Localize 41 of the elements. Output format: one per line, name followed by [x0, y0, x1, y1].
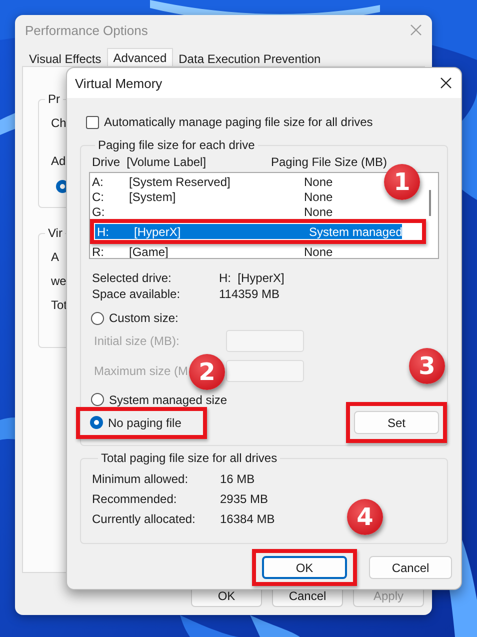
set-button[interactable]: Set	[354, 411, 439, 434]
cancel-button[interactable]: Cancel	[369, 556, 452, 579]
field-label: Maximum size (M	[94, 364, 188, 378]
ok-button[interactable]: OK	[262, 556, 347, 579]
label-text: Ch	[51, 116, 66, 130]
group-title: Pr	[47, 92, 61, 106]
list-row[interactable]: R: [Game] None	[90, 244, 368, 258]
close-icon[interactable]	[440, 77, 452, 89]
info-value: 114359 MB	[219, 287, 280, 303]
dialog-title: Virtual Memory	[75, 76, 162, 90]
radio-button[interactable]: System managed size	[91, 392, 228, 408]
label-text: Tot	[51, 298, 68, 312]
info-label: Space available:	[92, 287, 182, 303]
tab[interactable]: Visual Effects	[23, 50, 108, 66]
info-value: 16384 MB	[220, 512, 275, 526]
list-row[interactable]: G: None	[90, 204, 368, 219]
tab[interactable]: Data Execution Prevention	[172, 50, 327, 66]
label-text: we	[51, 274, 66, 288]
radio-button[interactable]: No paging file	[90, 414, 182, 430]
radio-button[interactable]: Custom size:	[91, 310, 178, 326]
list-row[interactable]: A: [System Reserved] None	[90, 174, 368, 189]
info-label: Recommended:	[92, 492, 178, 506]
label-text: A	[51, 250, 60, 264]
info-value: H: [HyperX]	[219, 271, 284, 287]
info-label: Selected drive:	[92, 271, 172, 287]
list-row[interactable]: H: [HyperX] System managed	[95, 224, 402, 239]
column-header: Drive [Volume Label]	[92, 155, 208, 169]
group-title: Total paging file size for all drives	[100, 451, 278, 465]
info-value: 2935 MB	[220, 492, 268, 506]
info-value: 16 MB	[220, 472, 255, 486]
checkbox[interactable]: Automatically manage paging file size for all drives	[86, 114, 373, 130]
tab[interactable]: Advanced	[107, 48, 173, 66]
field-label: Initial size (MB):	[94, 334, 180, 348]
label-text: Ad	[51, 154, 66, 168]
info-label: Minimum allowed:	[92, 472, 190, 486]
group-title: Vir	[47, 226, 64, 240]
scrollbar[interactable]	[429, 190, 431, 216]
list-row[interactable]: C: [System] None	[90, 189, 368, 204]
group-title: Paging file size for each drive	[97, 138, 256, 152]
window-title: Performance Options	[25, 22, 148, 38]
info-label: Currently allocated:	[92, 512, 196, 526]
